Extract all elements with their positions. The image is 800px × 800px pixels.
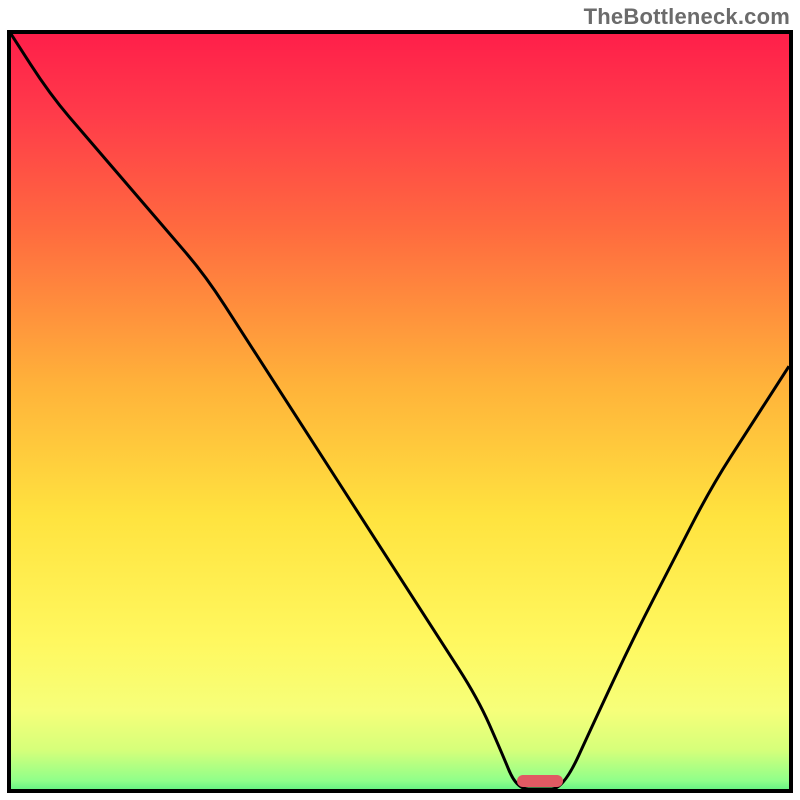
bottleneck-curve (11, 34, 789, 789)
optimum-marker (517, 775, 564, 787)
watermark-text: TheBottleneck.com (584, 4, 790, 30)
plot-area (7, 30, 793, 793)
chart-frame: TheBottleneck.com (0, 0, 800, 800)
